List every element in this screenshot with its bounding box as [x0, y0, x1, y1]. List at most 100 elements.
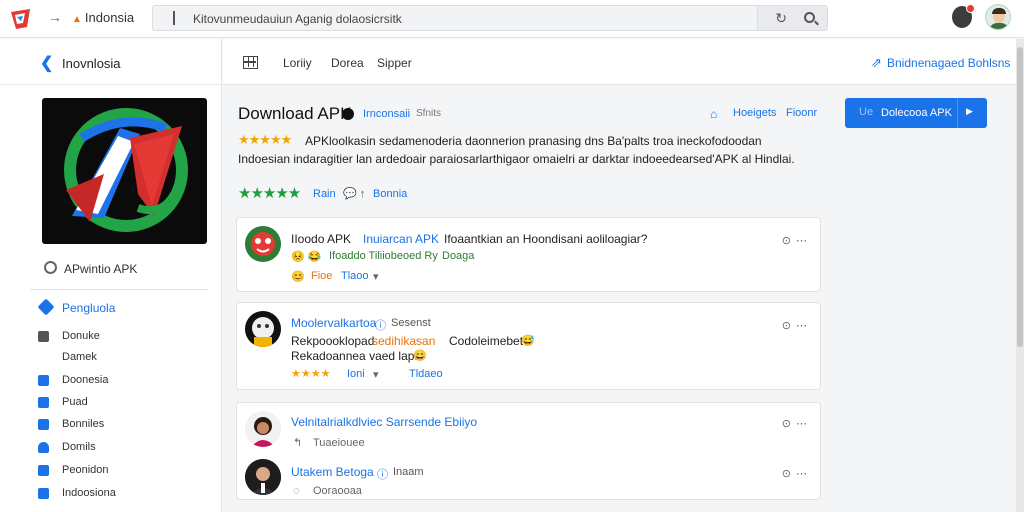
more-icon[interactable]: ⊙ ⋯	[782, 467, 808, 480]
grid-icon	[38, 488, 49, 499]
rating-count[interactable]: Bonnia	[373, 188, 407, 200]
search-icon[interactable]	[804, 12, 815, 23]
sidebar-title: Inovnlosia	[62, 56, 121, 71]
reviewer-name[interactable]: Utakem Betoga	[291, 465, 374, 479]
review-tag[interactable]: Doaga	[442, 250, 474, 262]
reviewer-name[interactable]: Moolervalkartoa	[291, 316, 376, 330]
sidebar-item-label: Bonniles	[62, 418, 105, 430]
main-content: Download APK Irnconsaii Sfnits ⌂ Hoeiget…	[223, 86, 1016, 512]
download-button-prefix: Ue	[859, 106, 874, 118]
review-meta: Tuaeiouee	[313, 437, 365, 449]
url-bar-buttons	[757, 6, 827, 30]
sidebar-section-title[interactable]: Pengluola	[62, 301, 115, 315]
app-icon-image	[42, 98, 207, 244]
caret-down-icon[interactable]: ▾	[373, 368, 379, 381]
more-icon[interactable]: ⊙ ⋯	[782, 319, 808, 332]
forward-arrow-icon[interactable]: →	[48, 9, 62, 25]
blank-icon	[38, 352, 49, 363]
site-name-label: Indonsia	[84, 10, 135, 25]
browser-toolbar: → ▲ Indonsia Kitovunmeudauiun Aganig dola…	[0, 0, 1024, 38]
avatar[interactable]	[245, 311, 281, 347]
url-bar[interactable]: Kitovunmeudauiun Aganig dolaosicrsitk ↻	[152, 5, 828, 31]
grid-view-icon[interactable]	[243, 56, 258, 69]
laughing-icon: 😅	[521, 335, 535, 347]
app-logo-icon[interactable]	[8, 6, 34, 32]
download-apk-button[interactable]: Ue Dolecooa APK ▶	[845, 98, 987, 128]
review-subtitle: Ifoaddo Tiliiobeoed Ry	[329, 250, 438, 262]
reviewer-tag: Sesenst	[391, 317, 431, 329]
reviewer-name[interactable]: Velnitalrialkdlviec Sarrsende Ebiiyo	[291, 415, 477, 429]
page-subtitle-secondary: Sfnits	[416, 108, 442, 119]
list-icon	[38, 419, 49, 430]
description-line-1: APKloolkasin sedamenoderia daonnerion pr…	[305, 134, 762, 148]
review-title: IIoodo APK	[291, 232, 352, 246]
sidebar-item-domils[interactable]: Domils	[38, 439, 208, 457]
verified-badge-icon	[342, 108, 354, 120]
url-text: Kitovunmeudauiun Aganig dolaosicrsitk	[193, 12, 402, 26]
scrollbar[interactable]	[1016, 39, 1024, 512]
smile-icon: 😊	[291, 271, 305, 283]
scrollbar-thumb[interactable]	[1017, 47, 1023, 347]
verified-icon: ⓘ	[377, 469, 388, 481]
sidebar-item-label: Domils	[62, 441, 96, 453]
caret-down-icon[interactable]: ▾	[373, 270, 379, 283]
sidebar-item-label: Doonesia	[62, 374, 109, 386]
review-text-c: Codoleimebet	[449, 334, 524, 348]
sidebar: ❮ Inovnlosia APwintio APK Pengluola Donu…	[0, 39, 222, 512]
sidebar-item-bonniles[interactable]: Bonniles	[38, 416, 208, 434]
chevron-right-icon[interactable]: ▶	[966, 106, 973, 117]
review-meta: Tldaeo	[409, 368, 443, 380]
site-name[interactable]: ▲ Indonsia	[72, 10, 134, 25]
tab-dorea[interactable]: Dorea	[331, 56, 364, 70]
page-title: Download APK	[238, 104, 352, 123]
site-triangle-icon: ▲	[72, 14, 82, 25]
comment-icon: 💬 ↑	[343, 188, 366, 200]
more-icon[interactable]: ⊙ ⋯	[782, 234, 808, 247]
back-icon[interactable]: ❮	[40, 53, 53, 73]
sidebar-item-label: Puad	[62, 396, 88, 408]
review-meta: Ioni	[347, 368, 365, 380]
reply-icon[interactable]: ◌	[293, 485, 300, 497]
radio-label: APwintio APK	[64, 262, 138, 276]
review-stars: ★★★★	[291, 368, 331, 380]
sidebar-item-label: Donuke	[62, 330, 100, 342]
more-icon[interactable]: ⊙ ⋯	[782, 417, 808, 430]
link-fioonr[interactable]: Fioonr	[786, 107, 817, 119]
sidebar-item-puad[interactable]: Puad	[38, 394, 208, 412]
description-line-2: Indoesian indaragitier lan ardedoair par…	[238, 152, 795, 166]
notification-avatar[interactable]	[952, 4, 975, 28]
sidebar-item-indoosiona[interactable]: Indoosiona	[38, 485, 208, 503]
avatar[interactable]	[245, 226, 281, 262]
review-title-highlight[interactable]: Inuiarcan APK	[363, 232, 439, 246]
main-header: Loriiy Dorea Sipper ⇗ Bnidnenagaed Bohls…	[223, 39, 1016, 85]
verified-icon: ⓘ	[375, 320, 386, 332]
sidebar-item-doonesia[interactable]: Doonesia	[38, 372, 208, 390]
text-cursor	[173, 11, 175, 25]
sidebar-item-peonidon[interactable]: Peonidon	[38, 462, 208, 480]
link-hoeigets[interactable]: Hoeigets	[733, 107, 776, 119]
description-stars: ★★★★★	[238, 132, 292, 147]
header-link[interactable]: Bnidnenagaed Bohlsns	[887, 56, 1010, 70]
review-title-rest: Ifoaantkian an Hoondisani aoliloagiar?	[444, 232, 648, 246]
radio-button[interactable]	[44, 261, 57, 274]
notification-badge	[966, 4, 975, 13]
share-icon: ⇗	[871, 55, 882, 70]
avatar[interactable]	[245, 459, 281, 495]
sidebar-item-label: Damek	[62, 351, 97, 363]
review-emojis: 😣 😂	[291, 251, 322, 263]
review-meta: Fioe	[311, 270, 333, 282]
divider	[0, 84, 222, 85]
avatar[interactable]	[245, 411, 281, 447]
rating-stars: ★★★★★	[238, 185, 301, 202]
sidebar-item-donuke[interactable]: Donuke	[38, 328, 208, 346]
document-icon	[38, 397, 49, 408]
reload-icon[interactable]: ↻	[775, 10, 787, 27]
sidebar-item-damek[interactable]: Damek	[38, 349, 208, 367]
rating-label[interactable]: Rain	[313, 188, 336, 200]
tab-sipper[interactable]: Sipper	[377, 56, 412, 70]
user-avatar[interactable]	[985, 4, 1011, 30]
review-card: IIoodo APK Inuiarcan APK Ifoaantkian an …	[236, 217, 821, 292]
tab-loriiy[interactable]: Loriiy	[283, 56, 312, 70]
page-subtitle[interactable]: Irnconsaii	[363, 108, 410, 120]
reply-icon[interactable]: ↰	[293, 436, 302, 449]
